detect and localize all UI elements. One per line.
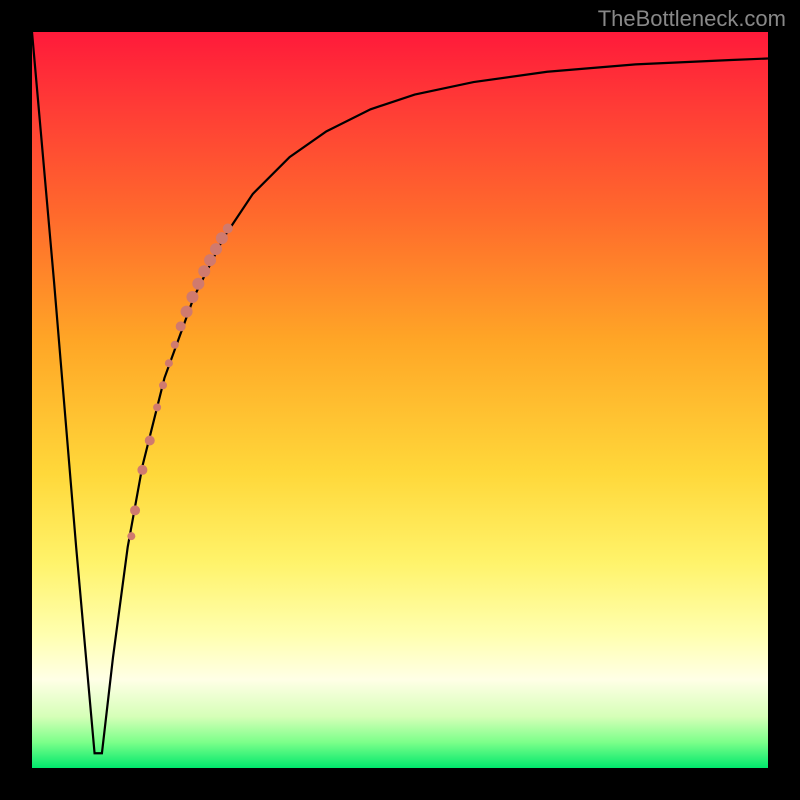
pink-marker	[181, 306, 193, 318]
frame-border-left	[0, 0, 32, 800]
pink-marker	[198, 265, 210, 277]
pink-marker	[216, 232, 228, 244]
pink-marker	[153, 403, 161, 411]
bottleneck-curve	[32, 32, 768, 753]
pink-marker	[165, 359, 173, 367]
pink-marker	[210, 243, 222, 255]
pink-marker	[159, 381, 167, 389]
chart-frame: TheBottleneck.com	[0, 0, 800, 800]
pink-marker	[223, 224, 233, 234]
frame-border-bottom	[0, 768, 800, 800]
pink-marker	[204, 254, 216, 266]
pink-marker	[137, 465, 147, 475]
pink-marker	[192, 278, 204, 290]
chart-svg	[32, 32, 768, 768]
pink-marker	[186, 291, 198, 303]
frame-border-right	[768, 0, 800, 800]
watermark-text: TheBottleneck.com	[598, 6, 786, 32]
pink-marker	[130, 505, 140, 515]
pink-marker	[145, 435, 155, 445]
pink-marker	[127, 532, 135, 540]
pink-marker-group	[127, 224, 232, 541]
pink-marker	[171, 341, 179, 349]
pink-marker	[176, 321, 186, 331]
